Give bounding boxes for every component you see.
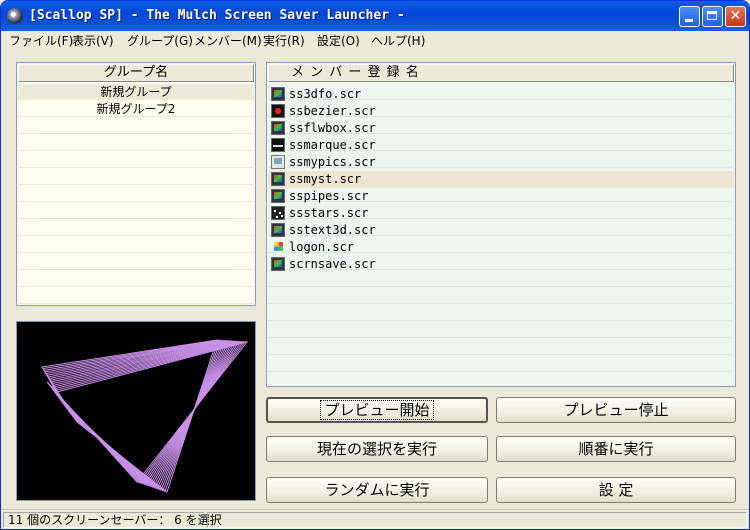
member-item-selected[interactable]: ssmyst.scr [268, 171, 734, 188]
minimize-button[interactable] [679, 6, 700, 27]
screensaver-icon [271, 257, 285, 271]
window-title: [Scallop SP] - The Mulch Screen Saver La… [29, 8, 405, 23]
maximize-icon [707, 11, 717, 20]
windows-logo-icon [271, 240, 285, 254]
run-selected-button[interactable]: 現在の選択を実行 [266, 436, 488, 462]
screensaver-icon [271, 121, 285, 135]
status-bar: 11 個のスクリーンセーバー： 6 を選択 [1, 509, 749, 529]
member-item[interactable]: logon.scr [268, 239, 734, 256]
menu-run[interactable]: 実行(R) [263, 32, 305, 49]
group-list[interactable]: グループ名 新規グループ 新規グループ2 [16, 62, 256, 306]
screensaver-icon [271, 189, 285, 203]
screensaver-icon [271, 138, 285, 152]
title-bar[interactable]: [Scallop SP] - The Mulch Screen Saver La… [1, 1, 749, 31]
status-text: 11 個のスクリーンセーバー： 6 を選択 [3, 512, 222, 528]
close-icon: ✕ [729, 8, 742, 24]
screensaver-icon [271, 155, 285, 169]
menu-view[interactable]: 表示(V) [72, 32, 114, 49]
screensaver-icon [271, 223, 285, 237]
menu-help[interactable]: ヘルプ(H) [371, 32, 425, 49]
member-item[interactable]: ssbezier.scr [268, 103, 734, 120]
group-item-2[interactable]: 新規グループ2 [18, 101, 254, 117]
preview-screen [16, 321, 256, 501]
preview-stop-button[interactable]: プレビュー停止 [496, 397, 736, 423]
settings-button[interactable]: 設 定 [496, 477, 736, 503]
preview-animation [41, 339, 249, 493]
member-item[interactable]: ssstars.scr [268, 205, 734, 222]
screensaver-icon [271, 172, 285, 186]
screensaver-icon [271, 87, 285, 101]
member-item[interactable]: sstext3d.scr [268, 222, 734, 239]
member-item[interactable]: ssmypics.scr [268, 154, 734, 171]
screensaver-icon [271, 104, 285, 118]
menu-file[interactable]: ファイル(F) [9, 32, 73, 49]
menu-bar: ファイル(F) 表示(V) グループ(G) メンバー(M) 実行(R) 設定(O… [1, 31, 749, 49]
member-item[interactable]: scrnsave.scr [268, 256, 734, 273]
run-sequential-button[interactable]: 順番に実行 [496, 436, 736, 462]
close-button[interactable]: ✕ [725, 6, 746, 27]
member-list[interactable]: メ ン バ ー 登 録 名 ss3dfo.scr ssbezier.scr ss… [266, 62, 736, 387]
screensaver-icon [271, 206, 285, 220]
member-item[interactable]: ssflwbox.scr [268, 120, 734, 137]
preview-start-button[interactable]: プレビュー開始 [266, 397, 488, 423]
menu-settings[interactable]: 設定(O) [317, 32, 360, 49]
status-panel-empty [207, 512, 747, 528]
member-item[interactable]: ssmarque.scr [268, 137, 734, 154]
run-random-button[interactable]: ランダムに実行 [266, 477, 488, 503]
group-list-header[interactable]: グループ名 [18, 64, 254, 82]
group-item-1[interactable]: 新規グループ [18, 84, 254, 100]
menu-member[interactable]: メンバー(M) [194, 32, 262, 49]
maximize-button[interactable] [702, 6, 723, 27]
main-window: [Scallop SP] - The Mulch Screen Saver La… [0, 0, 750, 530]
minimize-icon [685, 19, 693, 22]
member-list-header[interactable]: メ ン バ ー 登 録 名 [268, 64, 734, 82]
member-item[interactable]: sspipes.scr [268, 188, 734, 205]
member-item[interactable]: ss3dfo.scr [268, 86, 734, 103]
app-icon[interactable] [7, 8, 23, 24]
menu-group[interactable]: グループ(G) [127, 32, 193, 49]
